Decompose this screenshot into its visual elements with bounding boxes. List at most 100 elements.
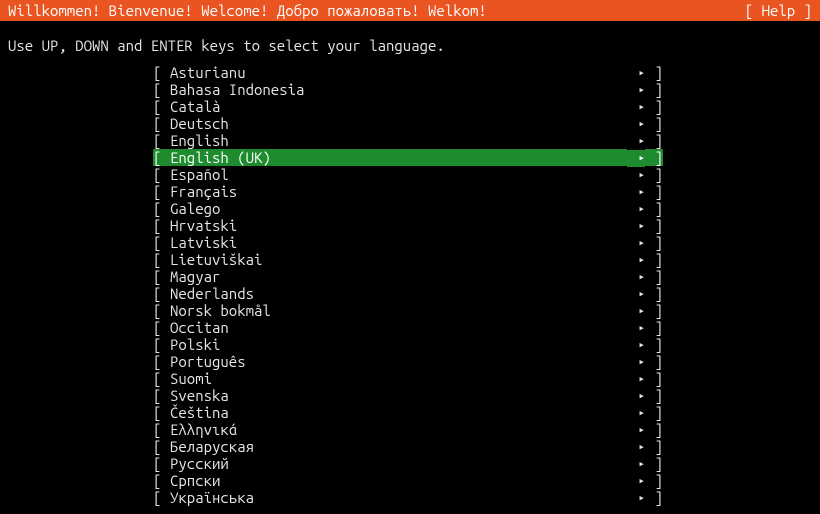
bracket-close: ]: [645, 166, 663, 183]
chevron-right-icon: ▸: [627, 99, 645, 116]
language-label: Српски: [170, 472, 627, 489]
bracket-open: [: [153, 319, 170, 336]
chevron-right-icon: ▸: [627, 320, 645, 337]
language-option[interactable]: [ English (UK)▸ ]: [0, 149, 820, 166]
bracket-open: [: [153, 268, 170, 285]
bracket-open: [: [153, 421, 170, 438]
language-label: Français: [170, 183, 627, 200]
chevron-right-icon: ▸: [627, 167, 645, 184]
language-option[interactable]: [ Čeština▸ ]: [0, 404, 820, 421]
language-option[interactable]: [ Polski▸ ]: [0, 336, 820, 353]
chevron-right-icon: ▸: [627, 133, 645, 150]
chevron-right-icon: ▸: [627, 150, 645, 167]
language-option[interactable]: [ Hrvatski▸ ]: [0, 217, 820, 234]
bracket-close: ]: [645, 98, 663, 115]
bracket-open: [: [153, 353, 170, 370]
language-label: Català: [170, 98, 627, 115]
bracket-close: ]: [645, 472, 663, 489]
bracket-open: [: [153, 370, 170, 387]
language-option[interactable]: [ Ελληνικά▸ ]: [0, 421, 820, 438]
bracket-close: ]: [645, 183, 663, 200]
language-label: Hrvatski: [170, 217, 627, 234]
language-option[interactable]: [ Occitan▸ ]: [0, 319, 820, 336]
language-label: Español: [170, 166, 627, 183]
bracket-close: ]: [645, 353, 663, 370]
language-option[interactable]: [ Svenska▸ ]: [0, 387, 820, 404]
bracket-close: ]: [645, 132, 663, 149]
language-label: Asturianu: [170, 64, 627, 81]
bracket-close: ]: [645, 489, 663, 506]
bracket-close: ]: [645, 370, 663, 387]
language-label: Українська: [170, 489, 627, 506]
bracket-open: [: [153, 285, 170, 302]
chevron-right-icon: ▸: [627, 371, 645, 388]
bracket-open: [: [153, 81, 170, 98]
bracket-close: ]: [645, 285, 663, 302]
bracket-open: [: [153, 336, 170, 353]
chevron-right-icon: ▸: [627, 439, 645, 456]
bracket-open: [: [153, 489, 170, 506]
bracket-open: [: [153, 251, 170, 268]
chevron-right-icon: ▸: [627, 388, 645, 405]
language-option[interactable]: [ Galego▸ ]: [0, 200, 820, 217]
language-option[interactable]: [ Magyar▸ ]: [0, 268, 820, 285]
language-label: Suomi: [170, 370, 627, 387]
chevron-right-icon: ▸: [627, 337, 645, 354]
chevron-right-icon: ▸: [627, 116, 645, 133]
language-option[interactable]: [ Asturianu▸ ]: [0, 64, 820, 81]
bracket-open: [: [153, 455, 170, 472]
language-list: [ Asturianu▸ ][ Bahasa Indonesia▸ ][ Cat…: [0, 62, 820, 506]
chevron-right-icon: ▸: [627, 82, 645, 99]
language-option[interactable]: [ Беларуская▸ ]: [0, 438, 820, 455]
language-option[interactable]: [ Bahasa Indonesia▸ ]: [0, 81, 820, 98]
language-label: Magyar: [170, 268, 627, 285]
bracket-open: [: [153, 183, 170, 200]
bracket-close: ]: [645, 234, 663, 251]
bracket-open: [: [153, 472, 170, 489]
language-option[interactable]: [ Nederlands▸ ]: [0, 285, 820, 302]
language-option[interactable]: [ Latviski▸ ]: [0, 234, 820, 251]
bracket-close: ]: [645, 387, 663, 404]
language-option[interactable]: [ Deutsch▸ ]: [0, 115, 820, 132]
language-option[interactable]: [ Русский▸ ]: [0, 455, 820, 472]
language-option[interactable]: [ Norsk bokmål▸ ]: [0, 302, 820, 319]
language-label: Latviski: [170, 234, 627, 251]
language-label: Nederlands: [170, 285, 627, 302]
chevron-right-icon: ▸: [627, 286, 645, 303]
language-option[interactable]: [ Lietuviškai▸ ]: [0, 251, 820, 268]
chevron-right-icon: ▸: [627, 473, 645, 490]
language-label: Occitan: [170, 319, 627, 336]
bracket-close: ]: [645, 421, 663, 438]
language-option[interactable]: [ Français▸ ]: [0, 183, 820, 200]
help-button[interactable]: [ Help ]: [745, 0, 812, 21]
bracket-open: [: [153, 64, 170, 81]
language-option[interactable]: [ Català▸ ]: [0, 98, 820, 115]
chevron-right-icon: ▸: [627, 405, 645, 422]
chevron-right-icon: ▸: [627, 422, 645, 439]
bracket-open: [: [153, 166, 170, 183]
bracket-open: [: [153, 302, 170, 319]
language-label: Bahasa Indonesia: [170, 81, 627, 98]
language-label: English: [170, 132, 627, 149]
language-option[interactable]: [ Српски▸ ]: [0, 472, 820, 489]
language-option[interactable]: [ Suomi▸ ]: [0, 370, 820, 387]
bracket-open: [: [153, 115, 170, 132]
chevron-right-icon: ▸: [627, 354, 645, 371]
language-label: Deutsch: [170, 115, 627, 132]
bracket-close: ]: [645, 149, 663, 166]
language-label: Norsk bokmål: [170, 302, 627, 319]
language-option[interactable]: [ Português▸ ]: [0, 353, 820, 370]
chevron-right-icon: ▸: [627, 201, 645, 218]
language-option[interactable]: [ English▸ ]: [0, 132, 820, 149]
bracket-close: ]: [645, 200, 663, 217]
instructions-text: Use UP, DOWN and ENTER keys to select yo…: [0, 21, 820, 62]
header-bar: Willkommen! Bienvenue! Welcome! Добро по…: [0, 0, 820, 21]
language-option[interactable]: [ Español▸ ]: [0, 166, 820, 183]
bracket-open: [: [153, 387, 170, 404]
bracket-close: ]: [645, 81, 663, 98]
bracket-close: ]: [645, 64, 663, 81]
language-label: Lietuviškai: [170, 251, 627, 268]
bracket-open: [: [153, 217, 170, 234]
language-label: Polski: [170, 336, 627, 353]
language-option[interactable]: [ Українська▸ ]: [0, 489, 820, 506]
